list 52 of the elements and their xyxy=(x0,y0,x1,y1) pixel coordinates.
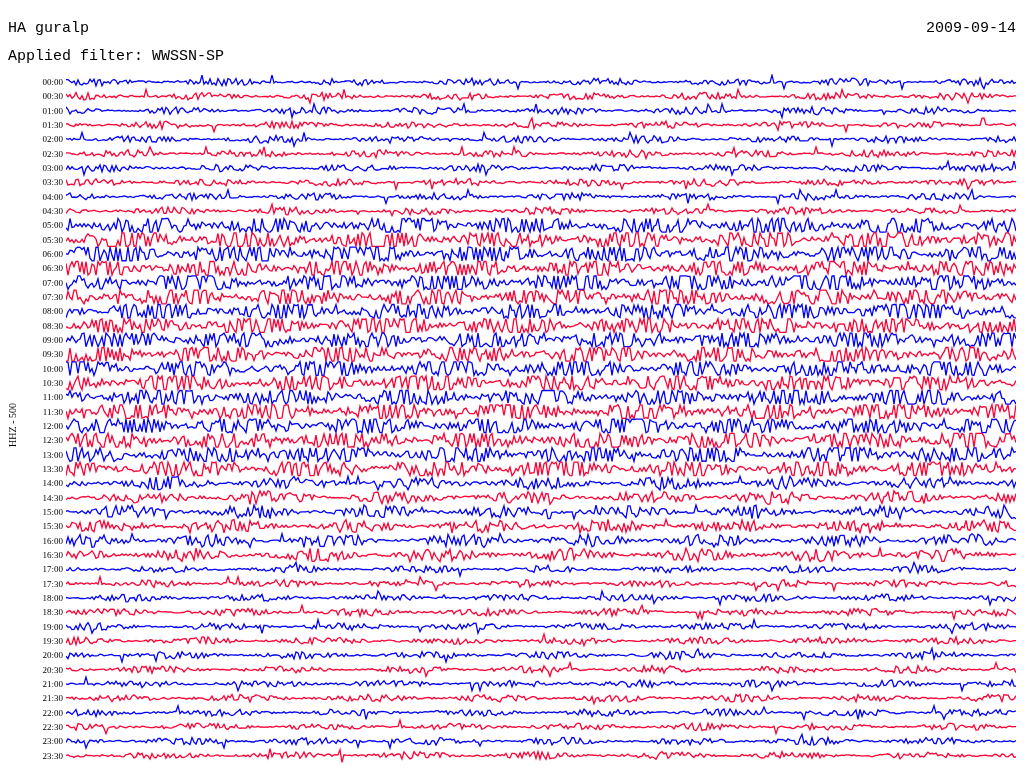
time-label: 18:30 xyxy=(42,607,63,618)
time-label: 02:00 xyxy=(42,134,63,145)
time-label: 17:30 xyxy=(42,578,63,589)
time-label: 10:00 xyxy=(42,363,63,374)
time-label: 04:00 xyxy=(42,191,63,202)
time-label: 07:00 xyxy=(42,277,63,288)
time-label: 09:30 xyxy=(42,349,63,360)
time-label: 21:30 xyxy=(42,693,63,704)
time-label: 03:30 xyxy=(42,177,63,188)
time-label: 11:00 xyxy=(42,392,63,403)
station-title: HA guralp xyxy=(8,20,89,38)
time-label: 00:00 xyxy=(42,77,63,88)
time-label: 03:00 xyxy=(42,163,63,174)
time-label: 05:30 xyxy=(42,234,63,245)
time-label: 10:30 xyxy=(42,378,63,389)
time-label: 15:30 xyxy=(42,521,63,532)
time-label: 20:30 xyxy=(42,664,63,675)
time-label: 13:00 xyxy=(42,449,63,460)
time-label: 20:00 xyxy=(42,650,63,661)
time-label: 21:00 xyxy=(42,678,63,689)
time-label: 01:00 xyxy=(42,105,63,116)
time-label: 19:00 xyxy=(42,621,63,632)
time-label: 16:00 xyxy=(42,535,63,546)
time-label: 22:00 xyxy=(42,707,63,718)
time-label: 23:30 xyxy=(42,750,63,761)
time-label: 06:30 xyxy=(42,263,63,274)
time-label: 00:30 xyxy=(42,91,63,102)
time-label: 18:00 xyxy=(42,592,63,603)
time-label: 13:30 xyxy=(42,464,63,474)
time-label: 14:00 xyxy=(42,478,63,489)
time-label: 15:00 xyxy=(42,507,63,517)
axis-label: HHZ - 500 xyxy=(5,402,19,447)
filter-label: Applied filter: WWSSN-SP xyxy=(8,48,225,65)
time-label: 08:00 xyxy=(42,306,63,317)
time-label: 09:00 xyxy=(42,335,63,346)
time-label: 23:00 xyxy=(42,736,63,747)
time-label: 19:30 xyxy=(42,635,63,646)
time-label: 07:30 xyxy=(42,292,63,303)
time-label: 12:00 xyxy=(42,421,63,432)
time-label: 12:30 xyxy=(42,435,63,446)
time-label: 22:30 xyxy=(42,721,63,732)
time-label: 02:30 xyxy=(42,148,63,159)
time-label: 16:30 xyxy=(42,550,63,560)
time-label: 17:00 xyxy=(42,564,63,575)
time-label: 01:30 xyxy=(42,120,63,131)
time-label: 14:30 xyxy=(42,492,63,503)
date-label: 2009-09-14 xyxy=(926,20,1016,38)
time-label: 11:30 xyxy=(42,406,63,417)
time-label: 06:00 xyxy=(42,249,63,260)
time-label: 08:30 xyxy=(42,320,63,331)
time-label: 04:30 xyxy=(42,206,63,217)
time-label: 05:00 xyxy=(42,220,63,231)
